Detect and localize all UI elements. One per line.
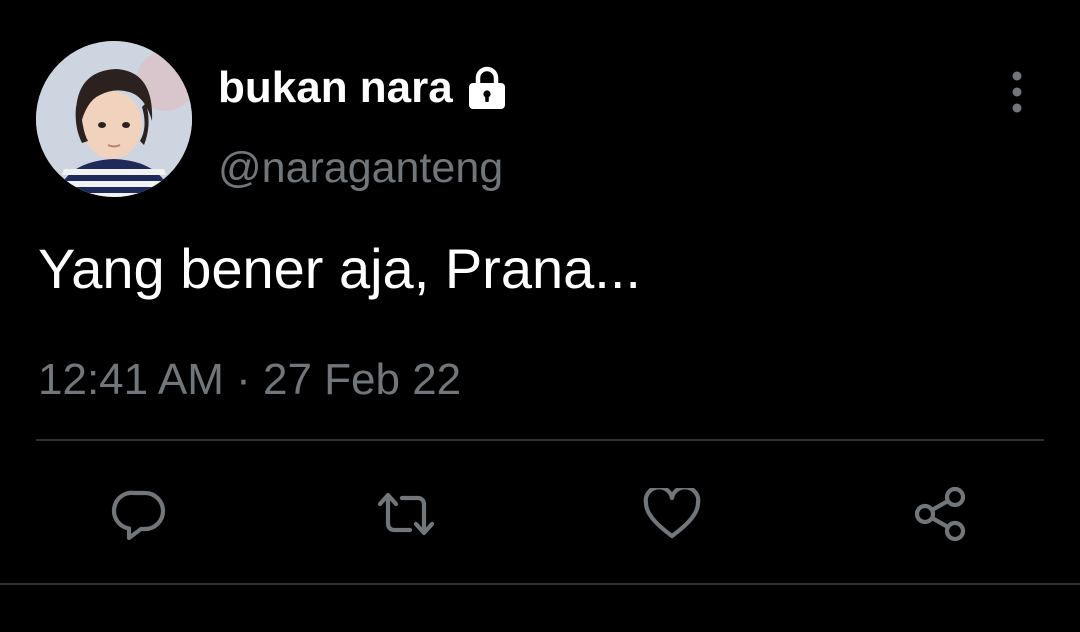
retweet-button[interactable] (376, 484, 436, 544)
reply-button[interactable] (110, 484, 170, 544)
divider (0, 583, 1080, 585)
author-handle[interactable]: @naraganteng (218, 142, 503, 194)
tweet-text: Yang bener aja, Prana... (38, 237, 641, 300)
lock-icon (463, 64, 511, 112)
author-name-row[interactable]: bukan nara (218, 60, 511, 116)
retweet-icon (376, 486, 436, 542)
divider (36, 439, 1044, 441)
tweet-timestamp[interactable]: 12:41 AM · 27 Feb 22 (38, 354, 461, 406)
more-options-icon[interactable] (1000, 70, 1034, 114)
reply-icon (111, 485, 169, 543)
share-icon (911, 485, 969, 543)
like-button[interactable] (642, 484, 702, 544)
share-button[interactable] (910, 484, 970, 544)
avatar[interactable] (36, 41, 192, 197)
display-name[interactable]: bukan nara (218, 60, 453, 116)
heart-icon (643, 488, 701, 540)
